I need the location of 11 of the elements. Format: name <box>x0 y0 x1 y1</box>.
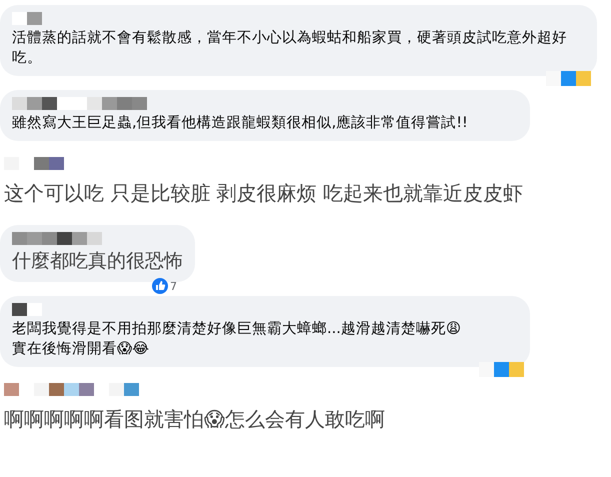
comment-text: 啊啊啊啊啊看图就害怕😱怎么会有人敢吃啊 <box>4 406 385 433</box>
comment-text: 老闆我覺得是不用拍那麼清楚好像巨無霸大蟑螂...越滑越清楚嚇死😩 實在後悔滑開看😱😂 <box>12 320 462 359</box>
comment-text: 什麼都吃真的很恐怖 <box>12 249 183 274</box>
comment-text: 活體蒸的話就不會有鬆散感，當年不小心以為蝦蛄和船家買，硬著頭皮試吃意外超好吃。 <box>12 28 568 68</box>
like-icon <box>152 278 168 294</box>
redacted-name-drawing <box>12 12 42 25</box>
redacted-name-drawing <box>4 157 64 170</box>
redacted-name-drawing <box>12 303 42 316</box>
comment-text: 雖然寫大王巨足蟲,但我看他構造跟龍蝦類很相似,應該非常值得嘗試!! <box>12 114 469 133</box>
like-count: 7 <box>170 280 177 292</box>
comment-text: 这个可以吃 只是比较脏 剥皮很麻烦 吃起来也就靠近皮皮虾 <box>4 180 524 207</box>
